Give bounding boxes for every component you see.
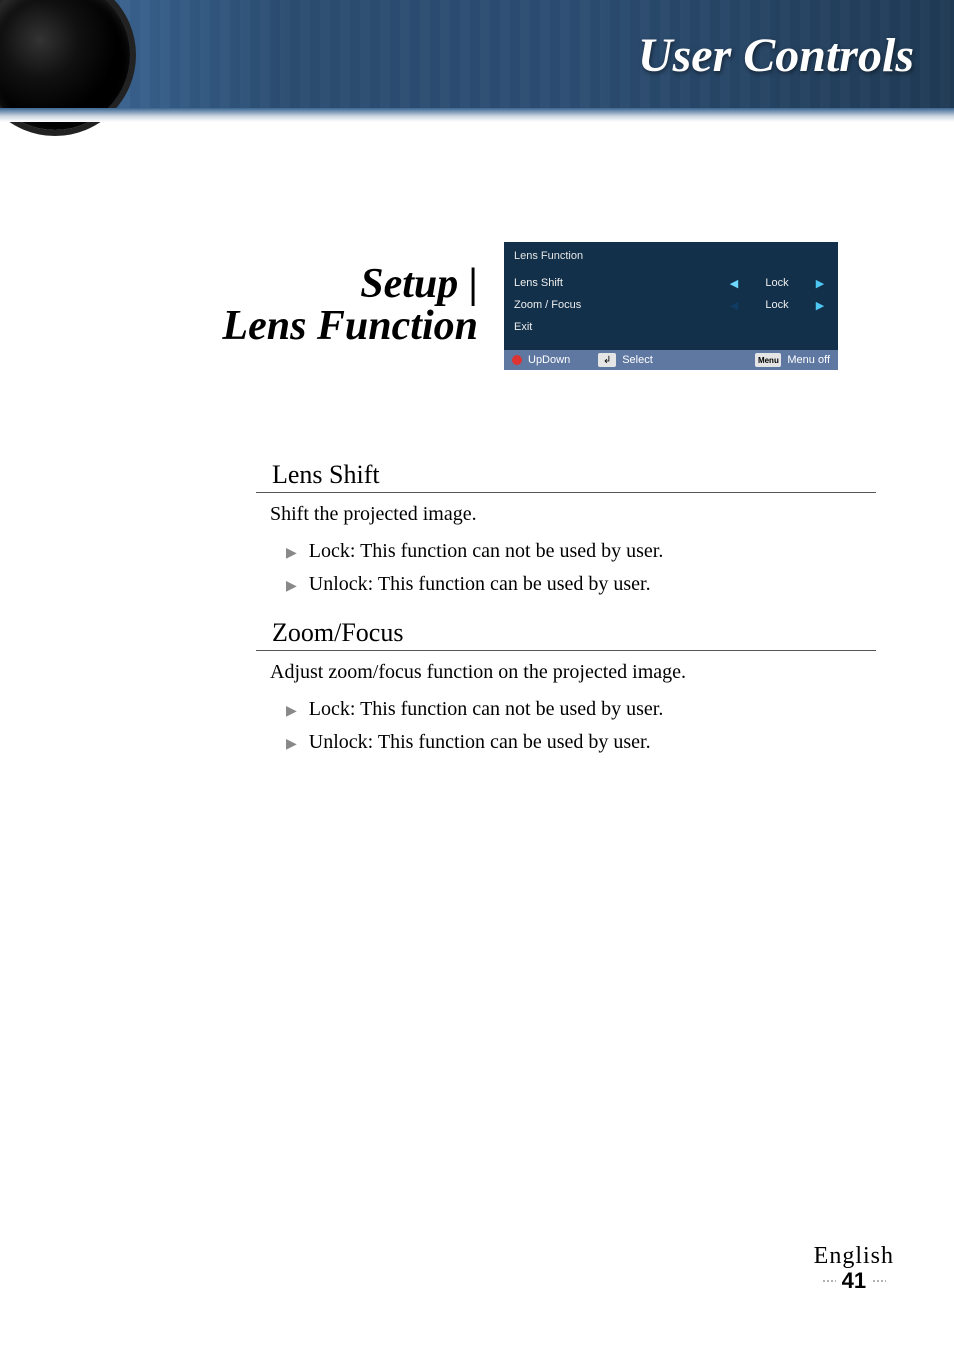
section-heading-line1: Setup | (0, 260, 478, 308)
osd-row-label: Zoom / Focus (514, 299, 644, 311)
subheading-zoom-focus: Zoom/Focus (256, 618, 876, 651)
footer-dots-right (872, 1279, 886, 1283)
page: User Controls Setup | Lens Function Lens… (0, 0, 954, 1354)
page-header-banner: User Controls (0, 0, 954, 108)
osd-row-value: Lock (742, 299, 812, 311)
body-content: Lens Shift Shift the projected image. ▶ L… (256, 460, 876, 776)
osd-row-zoom-focus[interactable]: Zoom / Focus ◀ Lock ▶ (514, 294, 828, 316)
page-footer: English 41 (814, 1243, 894, 1294)
section-heading-line2: Lens Function (0, 302, 478, 350)
osd-menu: Lens Function Lens Shift ◀ Lock ▶ Zoom /… (504, 242, 838, 370)
list-item: ▶ Unlock: This function can be used by us… (286, 731, 876, 754)
osd-row-label: Lens Shift (514, 277, 644, 289)
list-item: ▶ Unlock: This function can be used by us… (286, 573, 876, 596)
arrow-right-icon[interactable]: ▶ (812, 277, 828, 290)
arrow-left-icon[interactable]: ◀ (726, 277, 742, 290)
chevron-right-icon: ▶ (286, 736, 297, 753)
enter-key-icon: ↲ (598, 353, 616, 367)
footer-language: English (814, 1243, 894, 1270)
osd-body: Lens Shift ◀ Lock ▶ Zoom / Focus ◀ Lock … (504, 272, 838, 338)
bullet-text: Unlock: This function can be used by use… (309, 731, 651, 754)
osd-hint-label: UpDown (528, 354, 570, 366)
osd-hint-label: Menu off (787, 354, 830, 366)
paragraph: Shift the projected image. (270, 503, 876, 526)
osd-hint-select: ↲ Select (598, 353, 653, 367)
page-title: User Controls (638, 28, 914, 83)
footer-dots-left (822, 1279, 836, 1283)
footer-page-number: 41 (842, 1268, 866, 1294)
osd-hint-label: Select (622, 354, 653, 366)
paragraph: Adjust zoom/focus function on the projec… (270, 661, 876, 684)
updown-icon (512, 355, 522, 365)
bullet-text: Unlock: This function can be used by use… (309, 573, 651, 596)
osd-hint-menuoff: Menu Menu off (755, 353, 830, 367)
osd-row-value: Lock (742, 277, 812, 289)
bullet-list: ▶ Lock: This function can not be used by … (286, 540, 876, 596)
osd-footer: UpDown ↲ Select Menu Menu off (504, 350, 838, 370)
chevron-right-icon: ▶ (286, 578, 297, 595)
banner-fade (0, 108, 954, 122)
arrow-right-icon[interactable]: ▶ (812, 299, 828, 312)
list-item: ▶ Lock: This function can not be used by … (286, 698, 876, 721)
bullet-list: ▶ Lock: This function can not be used by … (286, 698, 876, 754)
osd-title: Lens Function (504, 242, 838, 272)
chevron-right-icon: ▶ (286, 545, 297, 562)
bullet-text: Lock: This function can not be used by u… (309, 540, 664, 563)
bullet-text: Lock: This function can not be used by u… (309, 698, 664, 721)
list-item: ▶ Lock: This function can not be used by … (286, 540, 876, 563)
osd-row-label: Exit (514, 321, 644, 333)
section-heading: Setup | Lens Function (0, 260, 490, 350)
osd-row-lens-shift[interactable]: Lens Shift ◀ Lock ▶ (514, 272, 828, 294)
footer-page-number-wrap: 41 (814, 1268, 894, 1294)
arrow-left-icon[interactable]: ◀ (726, 299, 742, 312)
osd-hint-updown: UpDown (512, 354, 570, 366)
subheading-lens-shift: Lens Shift (256, 460, 876, 493)
osd-row-exit[interactable]: Exit (514, 316, 828, 338)
menu-key-icon: Menu (755, 353, 781, 367)
chevron-right-icon: ▶ (286, 703, 297, 720)
